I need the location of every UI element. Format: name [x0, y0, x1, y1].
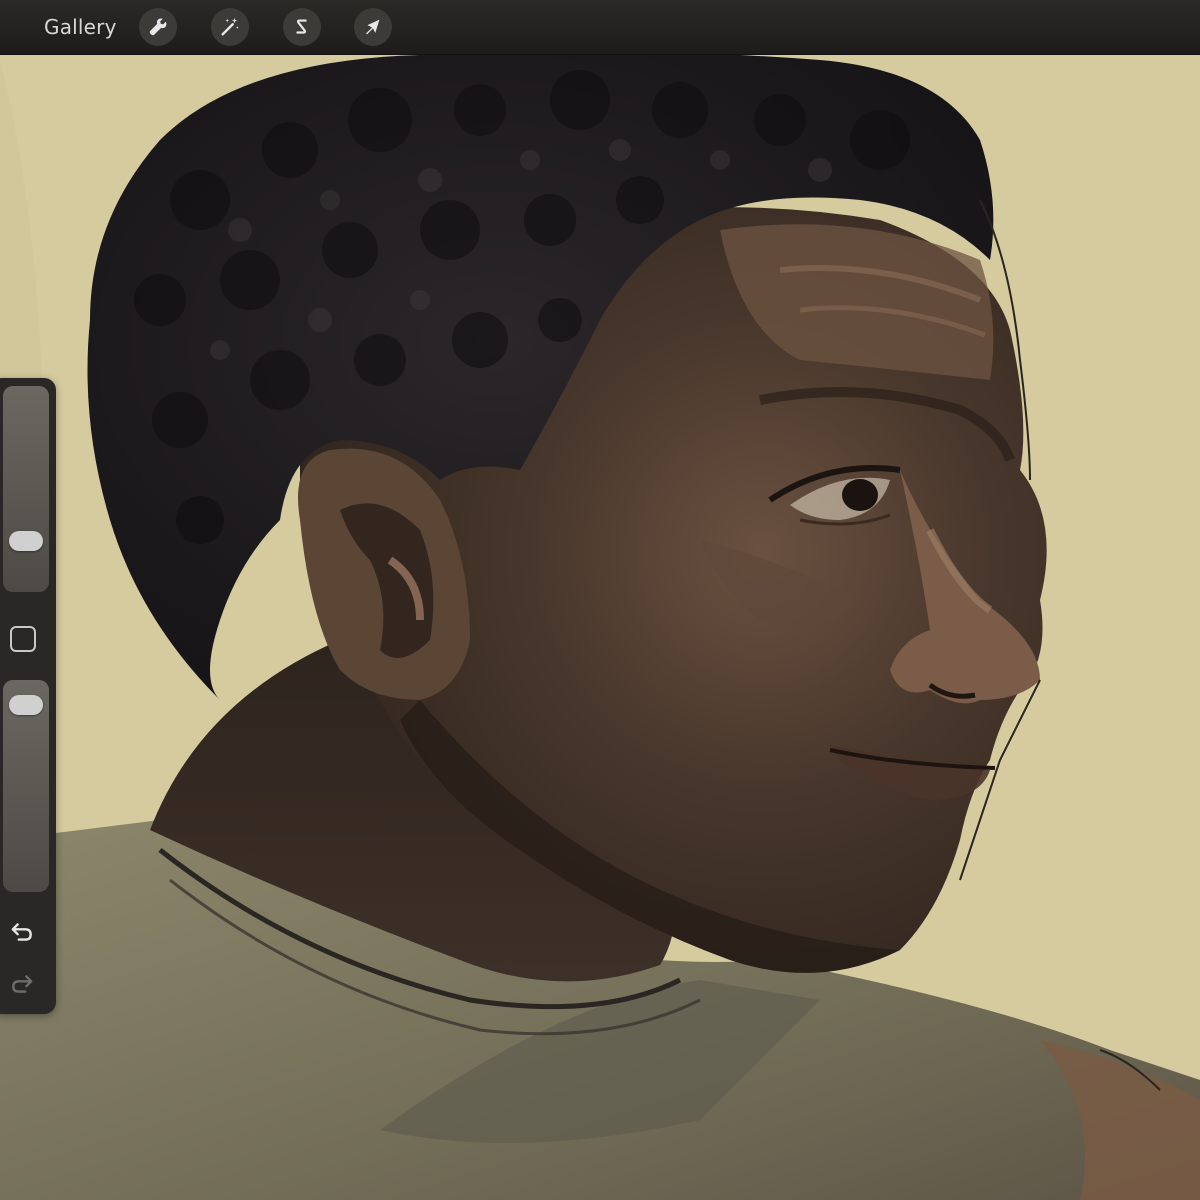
- top-toolbar: Gallery: [0, 0, 1200, 55]
- brush-size-thumb[interactable]: [9, 531, 43, 552]
- selection-button[interactable]: [283, 8, 321, 46]
- selection-s-icon: [296, 19, 307, 34]
- magic-wand-icon: [221, 17, 239, 36]
- gallery-button[interactable]: Gallery: [32, 0, 129, 54]
- opacity-slider[interactable]: [3, 680, 49, 892]
- wrench-icon: [149, 18, 167, 36]
- opacity-thumb[interactable]: [9, 695, 43, 715]
- actions-button[interactable]: [139, 8, 177, 46]
- undo-button[interactable]: [6, 916, 38, 948]
- portrait-painting: [0, 54, 1200, 1200]
- redo-icon: [12, 975, 33, 993]
- undo-icon: [11, 923, 32, 941]
- drawing-canvas[interactable]: [0, 54, 1200, 1200]
- brush-size-slider[interactable]: [3, 386, 49, 592]
- adjustments-button[interactable]: [211, 8, 249, 46]
- modify-button[interactable]: [10, 626, 36, 652]
- arrow-cursor-icon: [366, 19, 380, 35]
- procreate-app: Gallery: [0, 0, 1200, 1200]
- transform-button[interactable]: [354, 8, 392, 46]
- redo-button[interactable]: [6, 968, 38, 1000]
- left-sidebar: [0, 378, 56, 1014]
